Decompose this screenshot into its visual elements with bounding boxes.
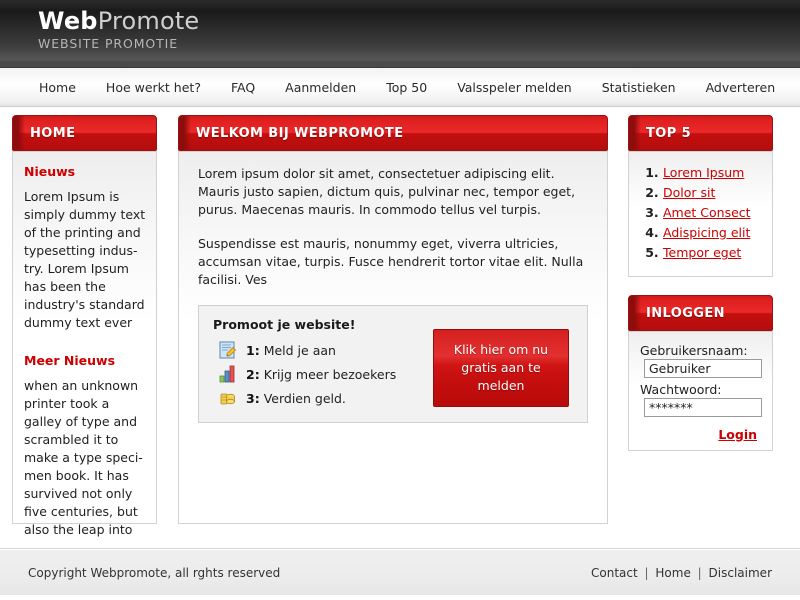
nav-item-faq[interactable]: FAQ bbox=[216, 80, 270, 95]
promo-step-3-number: 3: bbox=[246, 390, 260, 406]
logo-light-text: Promote bbox=[97, 7, 200, 35]
promo-step-2-text: Krijg meer bezoekers bbox=[263, 366, 397, 382]
logo-subtitle: WEBSITE PROMOTIE bbox=[38, 36, 179, 51]
nav-item-hoe-werkt-het[interactable]: Hoe werkt het? bbox=[91, 80, 216, 95]
note-pencil-icon bbox=[219, 341, 237, 359]
nav-item-aanmelden[interactable]: Aanmelden bbox=[270, 80, 371, 95]
main-content-panel: WELKOM BIJ WEBPROMOTE Lorem ipsum dolor … bbox=[178, 115, 608, 524]
main-panel-body: Lorem ipsum dolor sit amet, consectetuer… bbox=[178, 151, 608, 524]
username-input[interactable] bbox=[644, 359, 762, 378]
top5-panel-header: TOP 5 bbox=[628, 115, 773, 151]
promo-step-2: 2: Krijg meer bezoekers bbox=[219, 362, 433, 386]
promo-step-2-number: 2: bbox=[246, 366, 260, 382]
main-navigation: Home Hoe werkt het? FAQ Aanmelden Top 50… bbox=[0, 68, 800, 107]
news-heading: Nieuws bbox=[24, 164, 76, 179]
cta-line-2: gratis aan te melden bbox=[461, 360, 541, 393]
left-panel-header: HOME bbox=[12, 115, 157, 151]
footer-link-disclaimer[interactable]: Disclaimer bbox=[709, 566, 772, 580]
footer-link-contact[interactable]: Contact bbox=[591, 566, 638, 580]
login-link-row: Login bbox=[640, 427, 761, 442]
password-input[interactable] bbox=[644, 398, 762, 417]
list-item: Tempor eget bbox=[663, 243, 764, 263]
bar-chart-icon bbox=[219, 365, 237, 383]
promo-steps-list: Promoot je website! 1: Meld je aan 2: Kr… bbox=[211, 317, 433, 410]
right-sidebar: TOP 5 Lorem Ipsum Dolor sit Amet Consect… bbox=[628, 115, 773, 451]
main-panel-title: WELKOM BIJ WEBPROMOTE bbox=[196, 125, 404, 141]
page-body: HOME Nieuws Lorem Ipsum is simply dummy … bbox=[0, 107, 800, 548]
cta-line-1: Klik hier om nu bbox=[453, 342, 549, 357]
promo-step-3: 3: Verdien geld. bbox=[219, 386, 433, 410]
more-news-heading: Meer Nieuws bbox=[24, 353, 116, 368]
top5-panel-title: TOP 5 bbox=[646, 125, 692, 141]
password-label: Wachtwoord: bbox=[640, 382, 722, 397]
footer-link-home[interactable]: Home bbox=[655, 566, 690, 580]
top5-link-4[interactable]: Adispicing elit bbox=[663, 225, 750, 240]
top5-panel: TOP 5 Lorem Ipsum Dolor sit Amet Consect… bbox=[628, 115, 773, 277]
login-panel-body: Gebruikersnaam: Wachtwoord: Login bbox=[628, 331, 773, 451]
site-footer: Copyright Webpromote, all rghts reserved… bbox=[0, 549, 800, 595]
main-panel-header: WELKOM BIJ WEBPROMOTE bbox=[178, 115, 608, 151]
promo-title: Promoot je website! bbox=[213, 317, 356, 332]
footer-links: Contact | Home | Disclaimer bbox=[591, 566, 772, 580]
site-header: WebPromote WEBSITE PROMOTIE bbox=[0, 0, 800, 62]
top5-link-3[interactable]: Amet Consect bbox=[663, 205, 751, 220]
promo-step-1-text: Meld je aan bbox=[263, 342, 336, 358]
list-item: Lorem Ipsum bbox=[663, 163, 764, 183]
promo-step-1-number: 1: bbox=[246, 342, 260, 358]
top5-link-5[interactable]: Tempor eget bbox=[663, 245, 741, 260]
footer-separator-2: | bbox=[697, 565, 702, 580]
footer-separator-1: | bbox=[644, 565, 649, 580]
more-news-text: when an unknown printer took a galley of… bbox=[24, 378, 143, 537]
nav-item-valsspeler-melden[interactable]: Valsspeler melden bbox=[442, 80, 587, 95]
main-paragraph-1: Lorem ipsum dolor sit amet, consectetuer… bbox=[198, 166, 576, 217]
username-label: Gebruikersnaam: bbox=[640, 343, 748, 358]
list-item: Dolor sit bbox=[663, 183, 764, 203]
nav-item-statistieken[interactable]: Statistieken bbox=[587, 80, 691, 95]
promo-step-3-text: Verdien geld. bbox=[263, 390, 346, 406]
top5-link-2[interactable]: Dolor sit bbox=[663, 185, 715, 200]
top5-list: Lorem Ipsum Dolor sit Amet Consect Adisp… bbox=[637, 163, 764, 263]
login-panel-title: INLOGGEN bbox=[646, 305, 725, 321]
nav-item-top-50[interactable]: Top 50 bbox=[371, 80, 442, 95]
nav-item-forum[interactable]: Forum bbox=[790, 80, 800, 95]
left-sidebar: HOME Nieuws Lorem Ipsum is simply dummy … bbox=[12, 115, 157, 537]
logo-strong-text: Web bbox=[38, 7, 98, 35]
list-item: Amet Consect bbox=[663, 203, 764, 223]
top5-link-1[interactable]: Lorem Ipsum bbox=[663, 165, 744, 180]
list-item: Adispicing elit bbox=[663, 223, 764, 243]
news-text: Lorem Ipsum is simply dummy text of the … bbox=[24, 189, 146, 330]
logo-title: WebPromote bbox=[38, 8, 199, 34]
promo-box: Promoot je website! 1: Meld je aan 2: Kr… bbox=[198, 305, 588, 423]
login-submit-link[interactable]: Login bbox=[718, 427, 757, 442]
top5-panel-body: Lorem Ipsum Dolor sit Amet Consect Adisp… bbox=[628, 151, 773, 277]
main-paragraph-2: Suspendisse est mauris, nonummy eget, vi… bbox=[198, 236, 584, 287]
footer-copyright: Copyright Webpromote, all rghts reserved bbox=[28, 565, 281, 580]
nav-item-adverteren[interactable]: Adverteren bbox=[691, 80, 791, 95]
coins-icon bbox=[219, 389, 237, 407]
promo-step-1: 1: Meld je aan bbox=[219, 338, 433, 362]
left-panel-body: Nieuws Lorem Ipsum is simply dummy text … bbox=[12, 151, 157, 537]
left-panel-title: HOME bbox=[30, 125, 76, 141]
signup-cta-button[interactable]: Klik hier om nu gratis aan te melden bbox=[433, 329, 569, 407]
nav-item-home[interactable]: Home bbox=[24, 80, 91, 95]
login-panel: INLOGGEN Gebruikersnaam: Wachtwoord: Log… bbox=[628, 295, 773, 451]
login-panel-header: INLOGGEN bbox=[628, 295, 773, 331]
site-logo[interactable]: WebPromote WEBSITE PROMOTIE bbox=[38, 8, 199, 51]
